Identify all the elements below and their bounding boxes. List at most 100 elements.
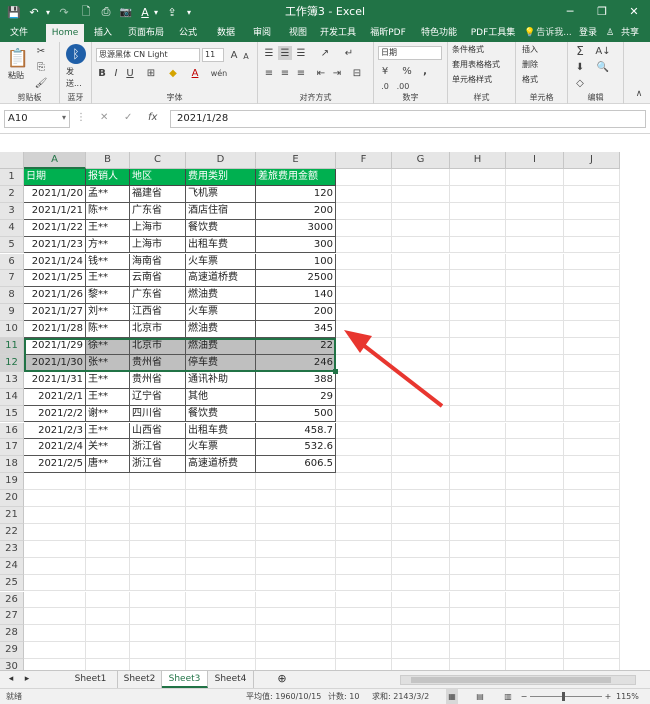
cell-region[interactable]: 北京市 <box>130 321 186 338</box>
empty-cell[interactable] <box>392 304 450 322</box>
cell-amount[interactable]: 2500 <box>256 270 336 288</box>
row-header[interactable]: 28 <box>0 625 24 643</box>
empty-cell[interactable] <box>86 608 130 626</box>
empty-cell[interactable] <box>450 321 506 338</box>
empty-cell[interactable] <box>186 608 256 626</box>
row-header[interactable]: 10 <box>0 321 24 338</box>
empty-cell[interactable] <box>392 625 450 643</box>
empty-cell[interactable] <box>564 608 620 626</box>
empty-cell[interactable] <box>564 169 620 186</box>
scrollbar-thumb[interactable] <box>411 677 611 683</box>
cell-amount[interactable]: 345 <box>256 321 336 338</box>
empty-cell[interactable] <box>186 642 256 660</box>
cancel-icon[interactable]: ✕ <box>100 110 114 128</box>
empty-cell[interactable] <box>336 287 392 305</box>
empty-cell[interactable] <box>450 557 506 575</box>
empty-cell[interactable] <box>450 219 506 237</box>
empty-cell[interactable] <box>336 439 392 457</box>
empty-cell[interactable] <box>336 507 392 524</box>
empty-cell[interactable] <box>450 202 506 220</box>
cell-amount[interactable]: 246 <box>256 354 336 372</box>
empty-cell[interactable] <box>336 608 392 626</box>
empty-cell[interactable] <box>392 540 450 558</box>
empty-cell[interactable] <box>564 253 620 271</box>
cell-date[interactable]: 2021/1/22 <box>24 219 86 237</box>
cell-amount[interactable]: 458.7 <box>256 422 336 440</box>
empty-cell[interactable] <box>506 540 564 558</box>
empty-cell[interactable] <box>564 642 620 660</box>
empty-cell[interactable] <box>336 574 392 592</box>
redo-icon[interactable]: ↷ <box>56 0 72 24</box>
empty-cell[interactable] <box>450 507 506 524</box>
cell-person[interactable]: 陈** <box>86 321 130 338</box>
sheet-tab-3[interactable]: Sheet3 <box>162 671 208 688</box>
empty-cell[interactable] <box>336 169 392 186</box>
empty-cell[interactable] <box>256 523 336 541</box>
empty-cell[interactable] <box>256 574 336 592</box>
save-icon[interactable]: 💾 <box>6 0 22 24</box>
empty-cell[interactable] <box>336 523 392 541</box>
cell-category[interactable]: 高速道桥费 <box>186 270 256 288</box>
cell-person[interactable]: 方** <box>86 236 130 254</box>
empty-cell[interactable] <box>564 405 620 423</box>
empty-cell[interactable] <box>564 659 620 670</box>
empty-cell[interactable] <box>506 422 564 440</box>
wrap-text-icon[interactable]: ↵ <box>342 46 356 60</box>
empty-cell[interactable] <box>564 270 620 288</box>
fx-icon[interactable]: fx <box>148 110 164 128</box>
empty-cell[interactable] <box>506 659 564 670</box>
empty-cell[interactable] <box>392 287 450 305</box>
empty-cell[interactable] <box>564 473 620 491</box>
empty-cell[interactable] <box>506 185 564 203</box>
paste-label[interactable]: 粘贴 <box>8 70 24 82</box>
page-break-view-icon[interactable]: ▥ <box>502 689 514 704</box>
cell-date[interactable]: 2021/1/29 <box>24 338 86 355</box>
empty-cell[interactable] <box>506 253 564 271</box>
row-header[interactable]: 25 <box>0 574 24 592</box>
empty-cell[interactable] <box>336 236 392 254</box>
cell-category[interactable]: 飞机票 <box>186 185 256 203</box>
page-layout-view-icon[interactable]: ▤ <box>474 689 486 704</box>
empty-cell[interactable] <box>506 219 564 237</box>
empty-cell[interactable] <box>392 270 450 288</box>
cell-amount[interactable]: 200 <box>256 202 336 220</box>
empty-cell[interactable] <box>336 659 392 670</box>
tab-foxit-pdf[interactable]: 福昕PDF <box>364 24 412 42</box>
empty-cell[interactable] <box>336 642 392 660</box>
empty-cell[interactable] <box>24 574 86 592</box>
cut-icon[interactable]: ✂ <box>34 44 48 58</box>
cell-date[interactable]: 2021/1/30 <box>24 354 86 372</box>
empty-cell[interactable] <box>564 321 620 338</box>
phonetic-icon[interactable]: wén <box>210 66 228 80</box>
header-cell-amount[interactable]: 差旅费用金额 <box>256 169 336 186</box>
decrease-indent-icon[interactable]: ⇤ <box>314 66 328 80</box>
sheet-tab-4[interactable]: Sheet4 <box>208 671 254 688</box>
zoom-in-button[interactable]: + <box>604 689 612 704</box>
empty-cell[interactable] <box>336 202 392 220</box>
cell-date[interactable]: 2021/1/24 <box>24 253 86 271</box>
empty-cell[interactable] <box>86 523 130 541</box>
empty-cell[interactable] <box>392 253 450 271</box>
cell-amount[interactable]: 500 <box>256 405 336 423</box>
empty-cell[interactable] <box>564 456 620 474</box>
underline-button[interactable]: U <box>124 66 136 80</box>
empty-cell[interactable] <box>256 642 336 660</box>
fill-icon[interactable]: ⬇ <box>572 60 588 74</box>
delete-cells-button[interactable]: 删除 <box>522 59 538 71</box>
cell-region[interactable]: 上海市 <box>130 219 186 237</box>
empty-cell[interactable] <box>130 642 186 660</box>
empty-cell[interactable] <box>336 304 392 322</box>
empty-cell[interactable] <box>506 354 564 372</box>
empty-cell[interactable] <box>392 507 450 524</box>
empty-cell[interactable] <box>256 659 336 670</box>
empty-cell[interactable] <box>336 219 392 237</box>
cell-date[interactable]: 2021/2/2 <box>24 405 86 423</box>
autosum-icon[interactable]: Σ <box>572 44 588 58</box>
empty-cell[interactable] <box>450 169 506 186</box>
empty-cell[interactable] <box>450 574 506 592</box>
empty-cell[interactable] <box>130 625 186 643</box>
cell-category[interactable]: 其他 <box>186 388 256 406</box>
cell-person[interactable]: 钱** <box>86 253 130 271</box>
empty-cell[interactable] <box>186 557 256 575</box>
empty-cell[interactable] <box>392 490 450 507</box>
